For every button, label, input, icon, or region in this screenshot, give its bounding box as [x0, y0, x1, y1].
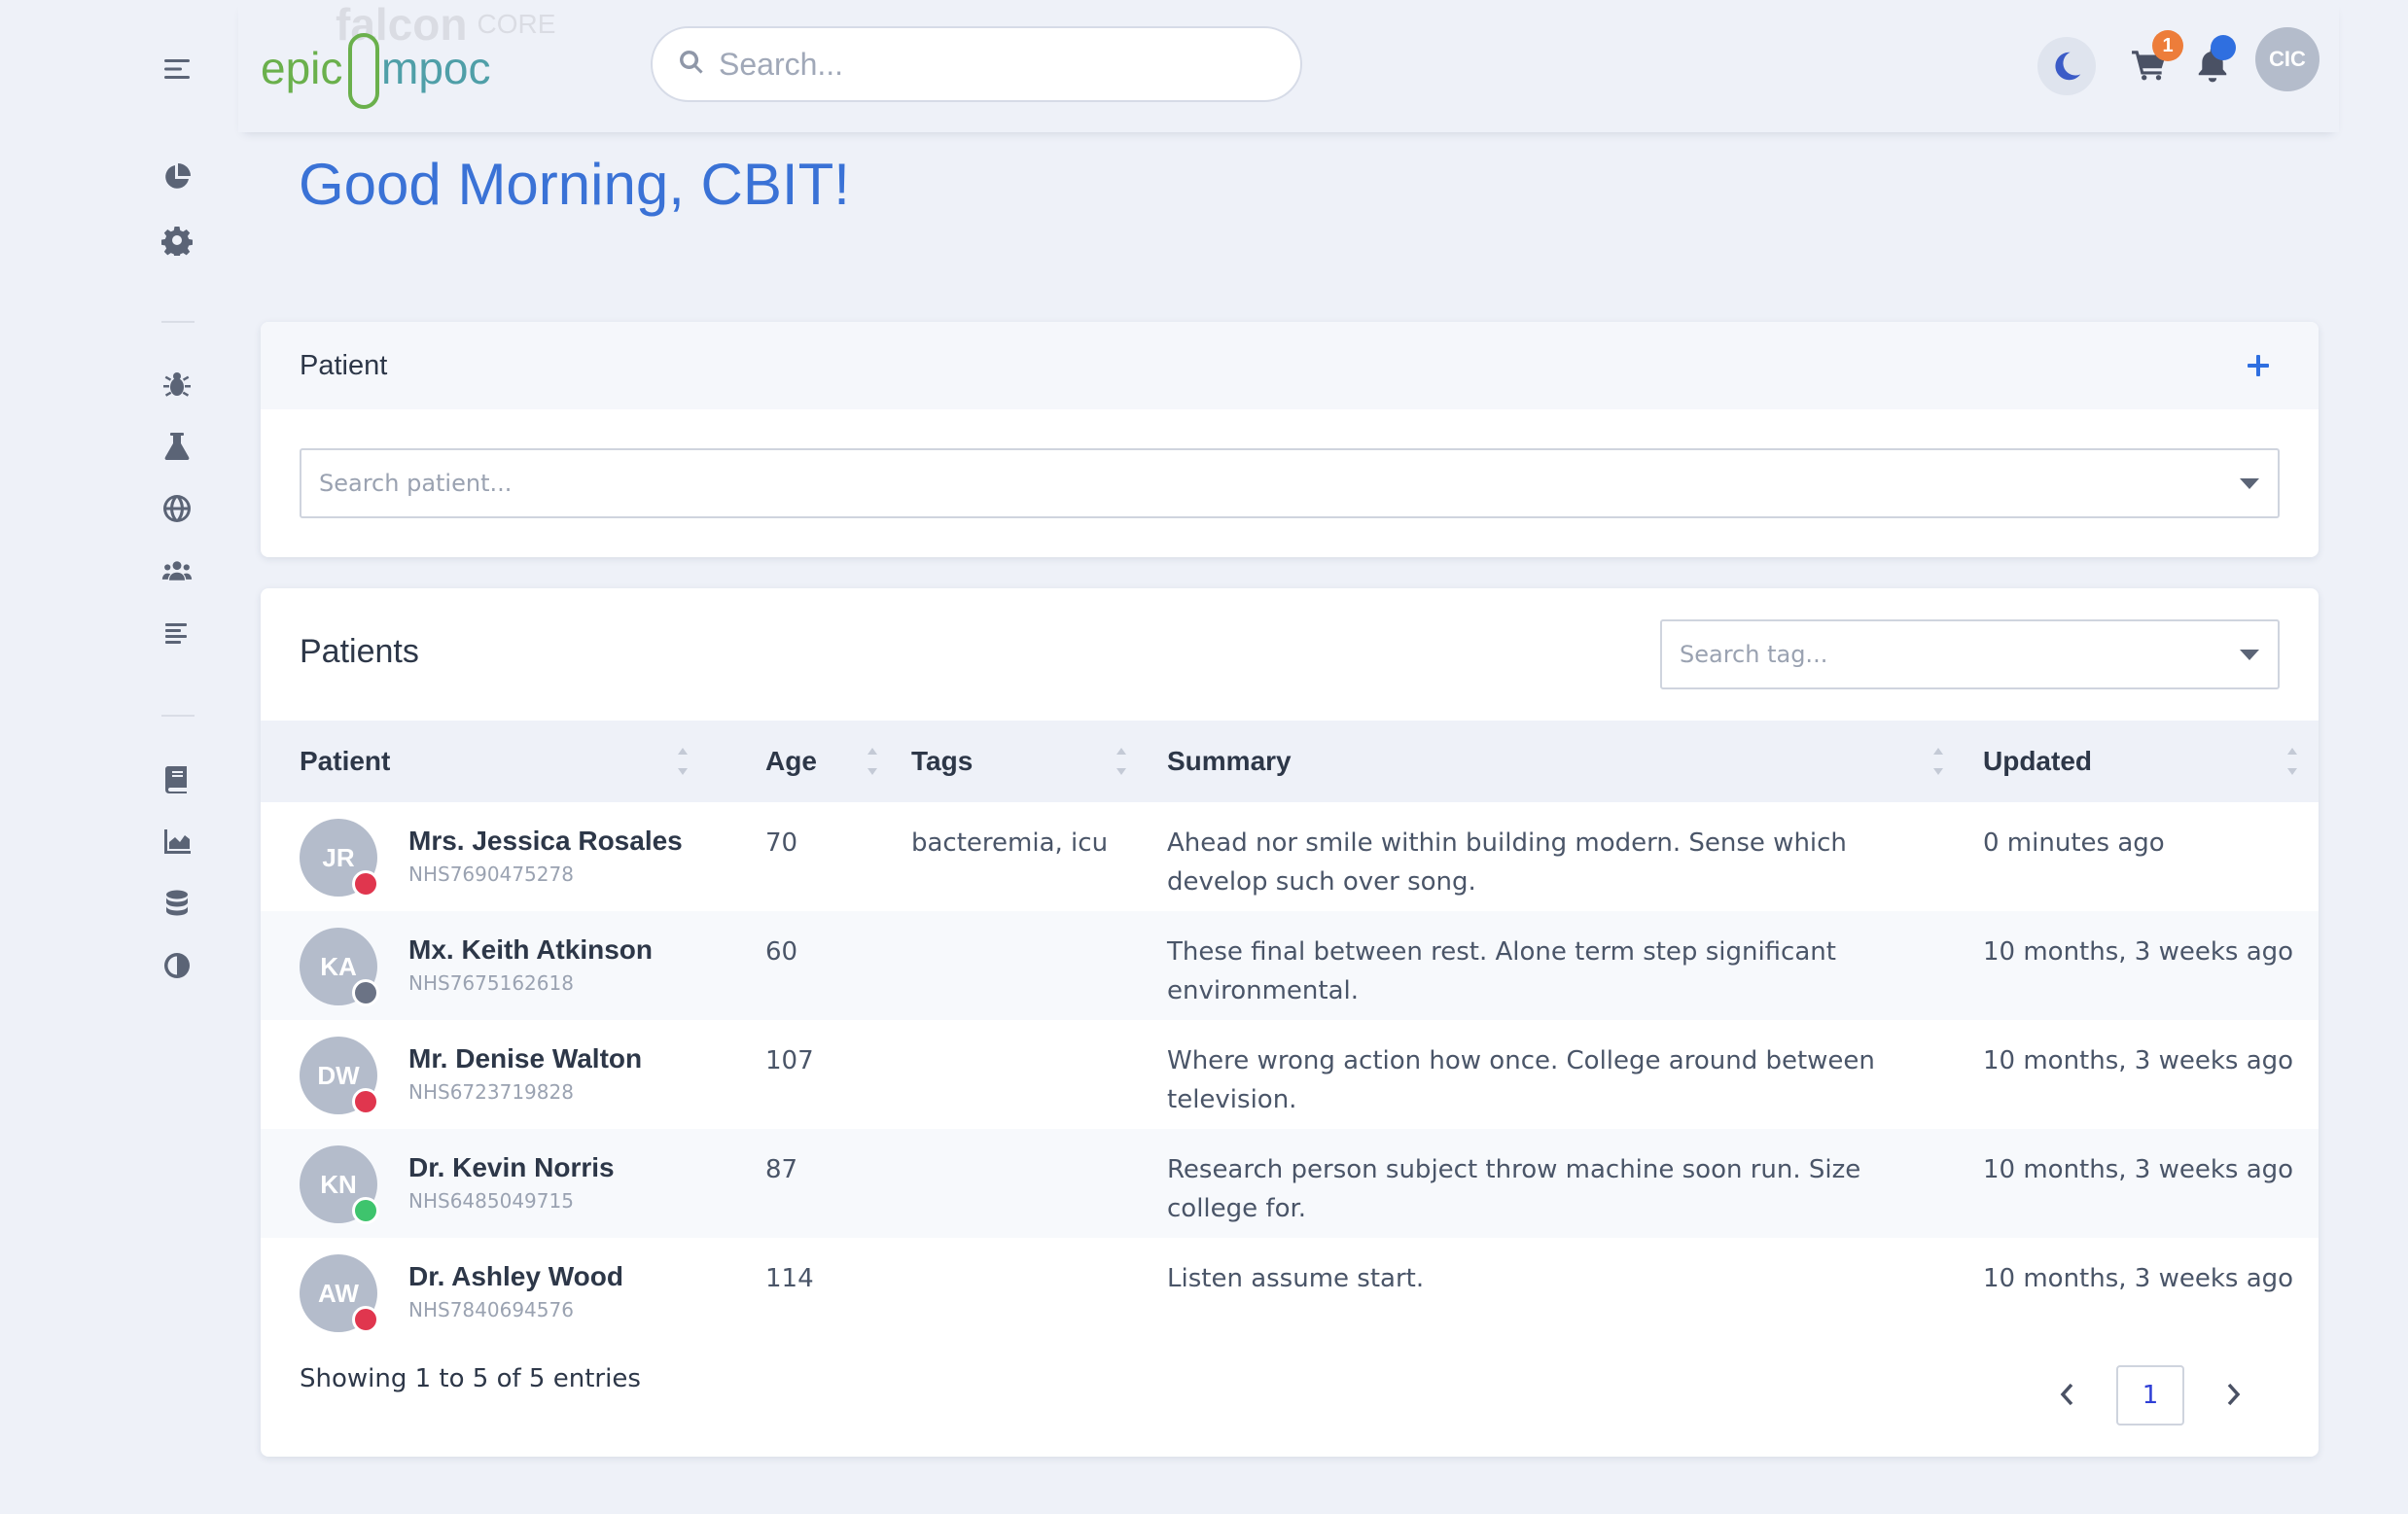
pagination-next-button[interactable]: [2212, 1373, 2254, 1416]
patient-name[interactable]: Dr. Ashley Wood: [408, 1261, 623, 1292]
theme-toggle-button[interactable]: [2037, 37, 2096, 95]
gear-icon[interactable]: [156, 219, 198, 262]
column-header-age[interactable]: Age: [765, 721, 817, 802]
patient-summary: These final between rest. Alone term ste…: [1167, 937, 1836, 1005]
flask-icon[interactable]: [156, 425, 198, 468]
patient-age: 60: [765, 937, 798, 967]
table-info: Showing 1 to 5 of 5 entries: [300, 1364, 641, 1393]
globe-icon[interactable]: [156, 487, 198, 530]
patient-tags: bacteremia, icu: [911, 828, 1109, 858]
chevron-right-icon: [2227, 1383, 2241, 1406]
table-row[interactable]: AW Dr. Ashley Wood NHS7840694576 114 Lis…: [261, 1238, 2319, 1347]
patient-name[interactable]: Dr. Kevin Norris: [408, 1152, 615, 1183]
table-row[interactable]: KN Dr. Kevin Norris NHS6485049715 87 Res…: [261, 1129, 2319, 1238]
patients-title: Patients: [300, 633, 419, 670]
table-row[interactable]: DW Mr. Denise Walton NHS6723719828 107 W…: [261, 1020, 2319, 1129]
users-icon[interactable]: [156, 549, 198, 592]
table-row[interactable]: KA Mx. Keith Atkinson NHS7675162618 60 T…: [261, 911, 2319, 1020]
plus-icon: [2248, 355, 2269, 376]
pagination-page-1[interactable]: 1: [2116, 1365, 2184, 1426]
patient-updated: 10 months, 3 weeks ago: [1983, 1155, 2294, 1184]
notification-dot: [2211, 35, 2236, 60]
patient-updated: 10 months, 3 weeks ago: [1983, 937, 2294, 967]
patient-card-header: Patient: [261, 322, 2319, 409]
patient-age: 70: [765, 828, 798, 858]
chevron-down-icon: [2240, 478, 2259, 489]
patient-summary: Research person subject throw machine so…: [1167, 1155, 1861, 1223]
sort-icon[interactable]: [867, 748, 878, 775]
patient-nhs-number: NHS7675162618: [408, 971, 574, 995]
sort-icon[interactable]: [1115, 748, 1127, 775]
patient-nhs-number: NHS6485049715: [408, 1189, 574, 1213]
column-header-patient[interactable]: Patient: [300, 721, 390, 802]
tag-select[interactable]: Search tag...: [1660, 619, 2280, 689]
patient-nhs-number: NHS7690475278: [408, 863, 574, 886]
patient-name[interactable]: Mr. Denise Walton: [408, 1043, 642, 1074]
hamburger-menu-icon[interactable]: [156, 48, 198, 90]
contrast-icon[interactable]: [156, 944, 198, 987]
chevron-down-icon: [2240, 650, 2259, 660]
patient-updated: 10 months, 3 weeks ago: [1983, 1046, 2294, 1075]
patient-age: 107: [765, 1046, 814, 1075]
sort-icon[interactable]: [1932, 748, 1944, 775]
sort-icon[interactable]: [677, 748, 689, 775]
patient-age: 87: [765, 1155, 798, 1184]
moon-icon: [2055, 52, 2081, 81]
status-dot: [352, 1306, 379, 1333]
patient-nhs-number: NHS6723719828: [408, 1080, 574, 1104]
status-dot: [352, 979, 379, 1006]
patient-summary: Ahead nor smile within building modern. …: [1167, 828, 1847, 897]
sort-icon[interactable]: [2286, 748, 2298, 775]
svg-text:mpoc: mpoc: [381, 43, 490, 93]
patient-card-title: Patient: [300, 349, 388, 381]
patient-summary: Where wrong action how once. College aro…: [1167, 1046, 1875, 1114]
status-dot: [352, 1088, 379, 1115]
global-search[interactable]: [651, 26, 1302, 102]
patient-name[interactable]: Mx. Keith Atkinson: [408, 934, 653, 966]
column-header-summary[interactable]: Summary: [1167, 721, 1292, 802]
patient-select-placeholder: Search patient...: [319, 470, 513, 497]
svg-text:epic: epic: [261, 43, 342, 93]
pie-chart-icon[interactable]: [156, 156, 198, 198]
table-header: Patient Age Tags Summary Updated: [261, 721, 2319, 802]
sidebar-divider: [161, 715, 195, 717]
tag-select-placeholder: Search tag...: [1680, 641, 1828, 668]
column-header-updated[interactable]: Updated: [1983, 721, 2092, 802]
add-patient-button[interactable]: [2237, 344, 2280, 387]
patient-select[interactable]: Search patient...: [300, 448, 2280, 518]
area-chart-icon[interactable]: [156, 820, 198, 863]
pagination-prev-button[interactable]: [2046, 1373, 2089, 1416]
database-icon[interactable]: [156, 882, 198, 925]
align-left-icon[interactable]: [156, 613, 198, 655]
patient-nhs-number: NHS7840694576: [408, 1298, 574, 1321]
user-avatar[interactable]: CIC: [2255, 27, 2319, 91]
cart-count-badge: 1: [2152, 30, 2183, 61]
chevron-left-icon: [2060, 1383, 2073, 1406]
patients-table-card: Patients Search tag... Patient Age Tags …: [261, 588, 2319, 1457]
patient-summary: Listen assume start.: [1167, 1264, 1425, 1293]
patient-age: 114: [765, 1264, 814, 1293]
sidebar: [0, 0, 238, 1514]
search-icon: [678, 49, 705, 80]
patient-name[interactable]: Mrs. Jessica Rosales: [408, 826, 683, 857]
table-row[interactable]: JR Mrs. Jessica Rosales NHS7690475278 70…: [261, 802, 2319, 911]
patient-updated: 10 months, 3 weeks ago: [1983, 1264, 2294, 1293]
sidebar-divider: [161, 321, 195, 323]
top-navbar: falcon CORE epic mpoc 1 CIC: [238, 0, 2339, 132]
patient-updated: 0 minutes ago: [1983, 828, 2165, 858]
page-greeting: Good Morning, CBIT!: [299, 152, 850, 217]
status-dot: [352, 870, 379, 898]
patient-search-card: Patient Search patient...: [261, 322, 2319, 557]
bug-icon[interactable]: [156, 363, 198, 405]
book-icon[interactable]: [156, 757, 198, 800]
brand-logo[interactable]: epic mpoc: [261, 29, 504, 111]
column-header-tags[interactable]: Tags: [911, 721, 973, 802]
search-input[interactable]: [719, 46, 1263, 83]
status-dot: [352, 1197, 379, 1224]
